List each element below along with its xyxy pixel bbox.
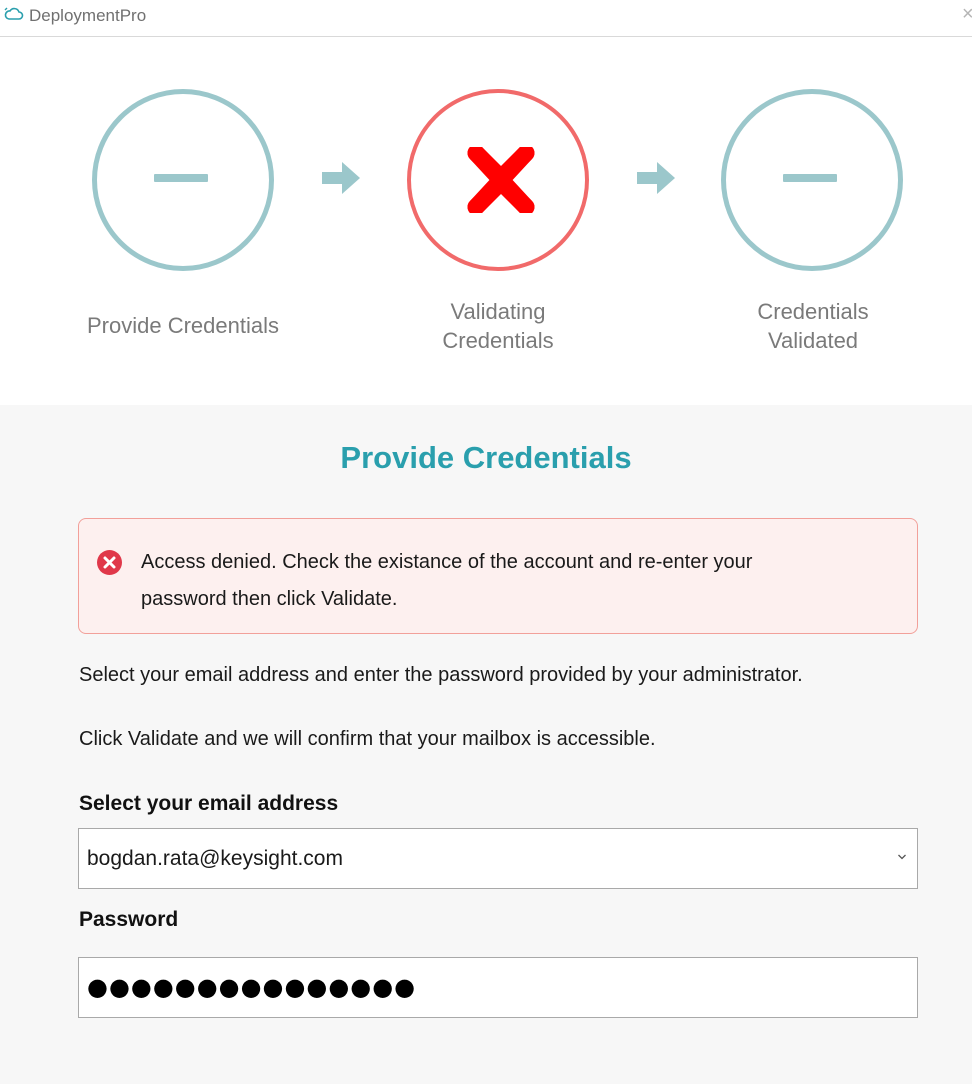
- credentials-form: Provide Credentials Access denied. Check…: [0, 405, 972, 1084]
- step-validating-credentials-circle: [407, 89, 589, 271]
- step-label-credentials-validated: Credentials Validated: [693, 297, 933, 355]
- progress-steps: Provide Credentials Validating Credentia…: [0, 38, 972, 405]
- instruction-text: Click Validate and we will confirm that …: [79, 728, 656, 750]
- error-circle-icon: [97, 550, 122, 575]
- arrow-right-icon: [637, 162, 675, 194]
- password-value: ●●●●●●●●●●●●●●●: [87, 973, 417, 1001]
- error-alert: Access denied. Check the existance of th…: [78, 518, 918, 634]
- step-label-line: Credentials: [442, 328, 554, 353]
- email-select-value: bogdan.rata@keysight.com: [87, 847, 343, 870]
- step-label-line: Validated: [767, 328, 859, 353]
- app-title: DeploymentPro: [29, 6, 147, 25]
- minus-icon: [154, 174, 208, 182]
- step-label-provide-credentials: Provide Credentials: [63, 311, 303, 340]
- alert-line: password then click Validate.: [141, 588, 398, 610]
- step-label-validating-credentials: Validating Credentials: [378, 297, 618, 355]
- close-button[interactable]: ×: [962, 2, 972, 26]
- arrow-right-icon: [322, 162, 360, 194]
- password-field[interactable]: ●●●●●●●●●●●●●●●: [78, 957, 918, 1018]
- cloud-icon: [4, 7, 24, 20]
- step-label-line: Credentials: [757, 299, 869, 324]
- email-label: Select your email address: [79, 792, 339, 815]
- step-credentials-validated-circle: [721, 89, 903, 271]
- step-provide-credentials-circle: [92, 89, 274, 271]
- instruction-text: Select your email address and enter the …: [79, 664, 803, 686]
- minus-icon: [783, 174, 837, 182]
- x-icon: [467, 147, 535, 213]
- email-select[interactable]: bogdan.rata@keysight.com: [78, 828, 918, 889]
- password-label: Password: [79, 908, 179, 931]
- page-title: Provide Credentials: [340, 440, 632, 475]
- step-label-line: Validating: [450, 299, 546, 324]
- chevron-down-icon: [898, 854, 906, 860]
- alert-line: Access denied. Check the existance of th…: [141, 551, 753, 573]
- alert-message: Access denied. Check the existance of th…: [141, 544, 871, 618]
- step-label-text: Provide Credentials: [87, 313, 279, 338]
- title-bar: DeploymentPro ×: [0, 0, 972, 37]
